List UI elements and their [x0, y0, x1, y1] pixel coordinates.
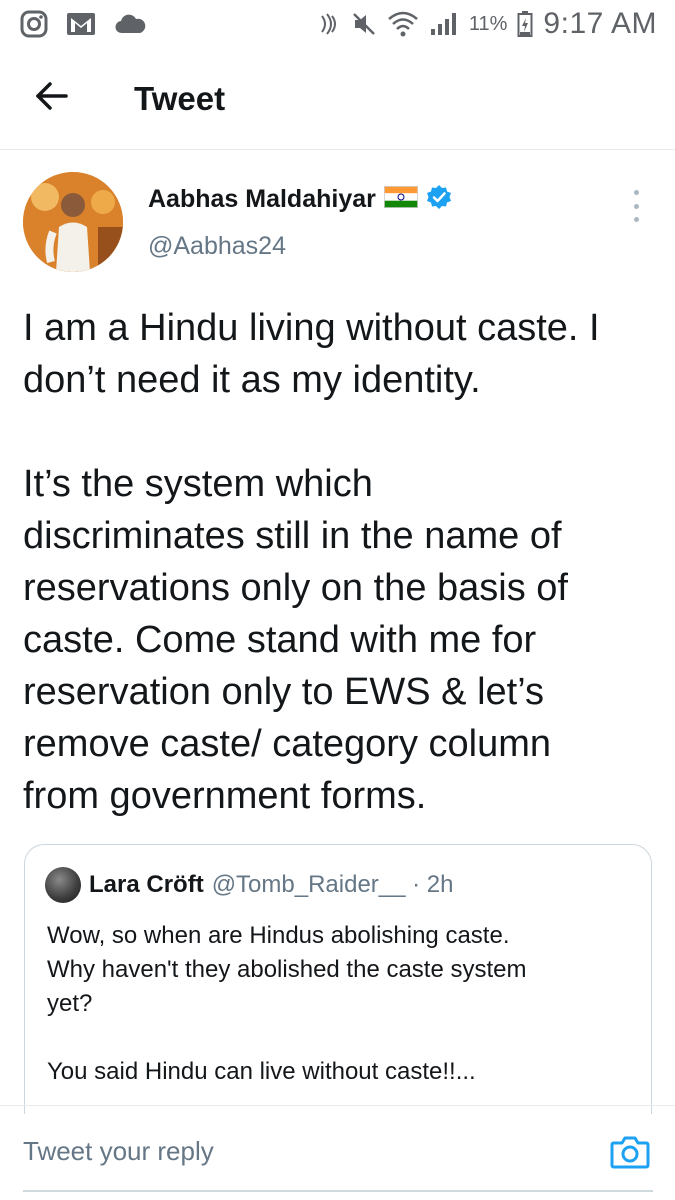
tweet-text-line: remove caste/ category column — [23, 723, 552, 765]
quoted-author-avatar — [45, 867, 81, 903]
camera-icon — [610, 1136, 650, 1174]
signal-icon — [429, 11, 459, 37]
quoted-text-line: Why haven't they abolished the caste sys… — [47, 956, 527, 983]
tweet-text-line: I am a Hindu living without caste. I — [23, 307, 600, 349]
gmail-icon — [66, 11, 96, 37]
tweet-text-line: from government forms. — [23, 775, 427, 817]
tweet-text-line: reservation only to EWS & let’s — [23, 671, 544, 713]
reply-composer: Tweet your reply — [0, 1105, 675, 1200]
more-options-button[interactable] — [624, 188, 648, 224]
quoted-text-line: You said Hindu can live without caste!!.… — [47, 1058, 476, 1085]
nfc-icon — [319, 12, 341, 36]
top-app-bar: Tweet — [0, 48, 675, 150]
quoted-author-handle: @Tomb_Raider__ · 2h — [211, 871, 454, 898]
quoted-tweet[interactable]: Lara Cröft @Tomb_Raider__ · 2h Wow, so w… — [24, 844, 652, 1114]
arrow-left-icon — [35, 81, 69, 116]
quoted-tweet-text: Wow, so when are Hindus abolishing caste… — [47, 919, 627, 1089]
author-handle[interactable]: @Aabhas24 — [148, 232, 286, 261]
quoted-text-line: Wow, so when are Hindus abolishing caste… — [47, 922, 510, 949]
reply-input[interactable]: Tweet your reply — [23, 1136, 214, 1167]
tweet-text: I am a Hindu living without caste. I don… — [23, 302, 653, 822]
tweet-text-line: reservations only on the basis of — [23, 567, 568, 609]
tweet-text-line: discriminates still in the name of — [23, 515, 562, 557]
status-notifications — [20, 10, 146, 38]
more-vertical-icon-dot — [633, 190, 639, 195]
back-button[interactable] — [22, 69, 82, 129]
tweet-text-line: It’s the system which — [23, 463, 373, 505]
wifi-icon — [387, 10, 419, 38]
author-name-row: Aabhas Maldahiyar — [148, 184, 452, 215]
quoted-tweet-header: Lara Cröft @Tomb_Raider__ · 2h — [45, 867, 454, 903]
tweet-text-line: don’t need it as my identity. — [23, 359, 481, 401]
mute-icon — [351, 11, 377, 37]
reply-underline — [23, 1190, 653, 1192]
tweet-text-line: caste. Come stand with me for — [23, 619, 537, 661]
instagram-icon — [20, 10, 48, 38]
more-vertical-icon-dot — [633, 217, 639, 222]
page-title: Tweet — [134, 79, 226, 117]
more-vertical-icon-dot — [633, 203, 639, 209]
quoted-author-name: Lara Cröft — [89, 871, 204, 898]
clock: 9:17 AM — [543, 7, 657, 40]
verified-badge-icon — [426, 184, 452, 215]
author-name[interactable]: Aabhas Maldahiyar — [148, 185, 376, 214]
quoted-text-line: yet? — [47, 990, 93, 1017]
status-bar: 11% 9:17 AM — [0, 0, 675, 48]
battery-icon — [517, 10, 533, 38]
india-flag-icon — [383, 186, 418, 213]
cloud-icon — [114, 13, 146, 35]
battery-percent: 11% — [468, 12, 508, 35]
camera-button[interactable] — [610, 1134, 650, 1170]
author-avatar[interactable] — [23, 172, 123, 272]
status-system: 11% 9:17 AM — [319, 7, 657, 41]
